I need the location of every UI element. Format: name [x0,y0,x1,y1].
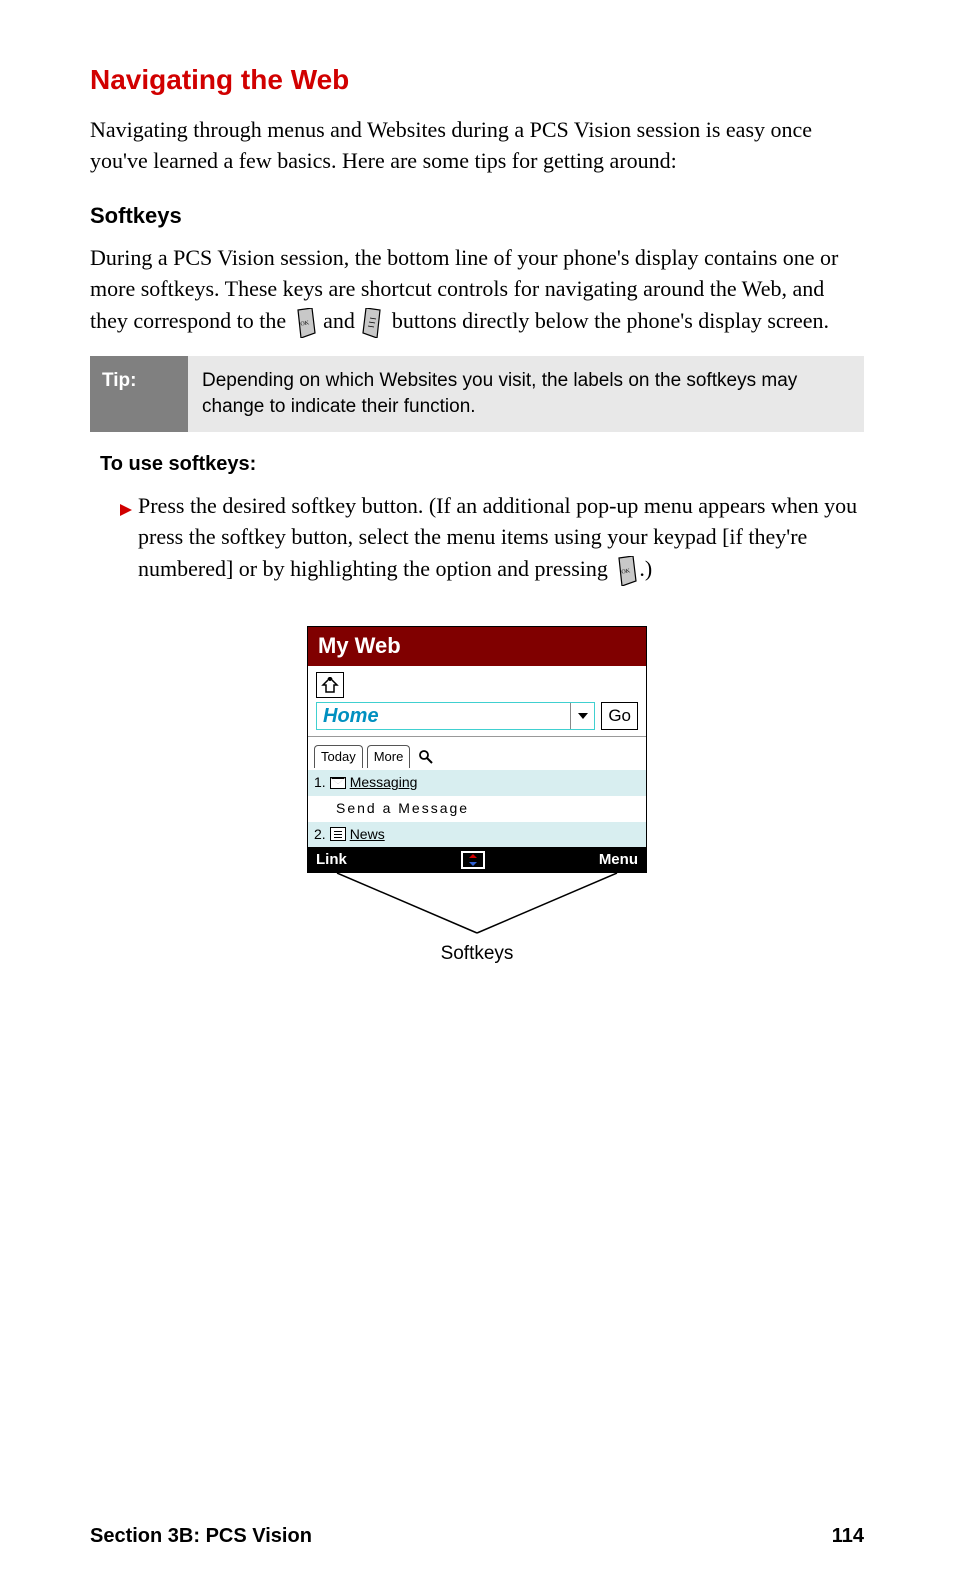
bullet-arrow-icon [118,496,134,587]
instruction-text-b: .) [639,556,652,581]
envelope-icon [330,777,346,789]
address-text: Home [317,702,570,730]
page-title: Navigating the Web [90,60,864,99]
tab-row: Today More [308,737,646,770]
list-item-news: 2. News [308,822,646,848]
ok-key-icon-2: OK [615,556,637,586]
instruction-text: Press the desired softkey button. (If an… [138,490,864,587]
tab-today: Today [314,745,363,768]
softkeys-heading: Softkeys [90,201,864,232]
search-icon [418,749,434,765]
phone-screen: My Web Home Go Today More [307,626,647,873]
address-row: Home Go [308,702,646,737]
softkeys-text-c: buttons directly below the phone's displ… [392,308,829,333]
instruction-heading: To use softkeys: [100,450,864,478]
softkey-mid-icon [461,851,485,869]
news-link: News [350,825,385,845]
phone-title-bar: My Web [308,627,646,666]
address-dropdown-icon [570,703,594,729]
softkeys-text-b: and [323,308,360,333]
ok-key-icon: OK [294,308,316,338]
instruction-text-a: Press the desired softkey button. (If an… [138,493,857,582]
page-footer: Section 3B: PCS Vision 114 [90,1522,864,1550]
messaging-link: Messaging [350,773,418,793]
footer-section: Section 3B: PCS Vision [90,1522,312,1550]
home-icon [316,672,344,698]
softkeys-callout: Softkeys [90,873,864,963]
address-field: Home [316,702,595,730]
phone-illustration: My Web Home Go Today More [90,626,864,963]
tip-text: Depending on which Websites you visit, t… [188,356,864,431]
intro-paragraph: Navigating through menus and Websites du… [90,115,864,177]
footer-page-number: 114 [832,1522,864,1550]
tip-label: Tip: [90,356,188,431]
list-item-messaging: 1. Messaging [308,770,646,796]
document-icon [330,827,346,841]
list-num-2: 2. [314,825,326,845]
phone-home-row [308,666,646,702]
tip-box: Tip: Depending on which Websites you vis… [90,356,864,431]
list-sub-send: Send a Message [308,796,646,822]
softkey-left: Link [316,849,347,870]
instruction-bullet: Press the desired softkey button. (If an… [118,490,864,587]
go-button: Go [601,702,638,730]
menu-key-icon [362,308,384,338]
tab-more: More [367,745,411,768]
callout-label: Softkeys [90,941,864,968]
softkeys-paragraph: During a PCS Vision session, the bottom … [90,242,864,339]
list-num-1: 1. [314,773,326,793]
softkey-bar: Link Menu [308,847,646,872]
softkey-right: Menu [599,849,638,870]
